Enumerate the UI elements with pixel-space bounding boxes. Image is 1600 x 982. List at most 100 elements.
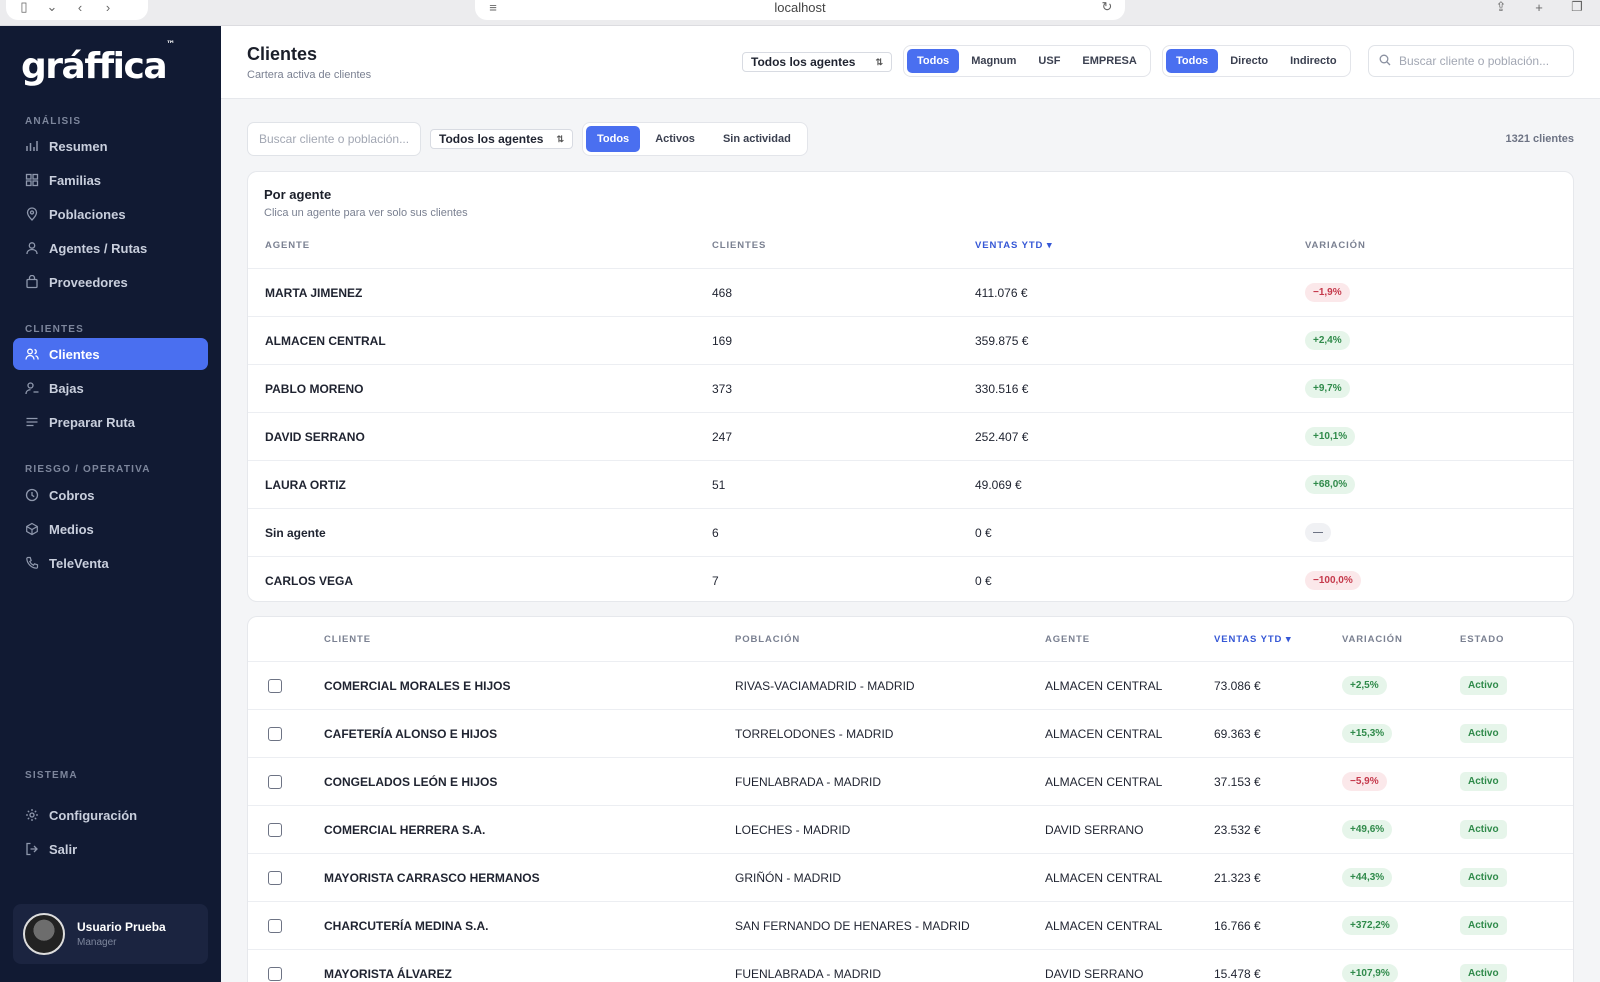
row-checkbox[interactable]	[268, 918, 282, 933]
client-search-input[interactable]	[259, 132, 409, 146]
client-town: SAN FERNANDO DE HENARES - MADRID	[735, 918, 970, 933]
column-header-agente[interactable]: AGENTE	[1045, 634, 1090, 645]
select-arrows-icon: ⇅	[875, 56, 883, 67]
address-text[interactable]: localhost	[513, 0, 1087, 15]
row-checkbox[interactable]	[268, 822, 282, 837]
channel-filter: Todos Directo Indirecto	[1162, 45, 1351, 77]
sidebar-item-label: Bajas	[49, 380, 84, 396]
chevron-down-icon[interactable]: ⌄	[44, 0, 60, 15]
client-name[interactable]: CAFETERÍA ALONSO E HIJOS	[324, 710, 497, 757]
client-name[interactable]: MAYORISTA CARRASCO HERMANOS	[324, 854, 540, 901]
client-name[interactable]: COMERCIAL MORALES E HIJOS	[324, 662, 510, 709]
sidebar-item-poblaciones[interactable]: Poblaciones	[13, 198, 208, 230]
company-option-usf[interactable]: USF	[1028, 49, 1070, 73]
table-row[interactable]: CONGELADOS LEÓN E HIJOS FUENLABRADA - MA…	[248, 757, 1573, 805]
status-option-activos[interactable]: Activos	[642, 126, 708, 152]
column-header-variacion[interactable]: VARIACIÓN	[1342, 634, 1403, 645]
table-row[interactable]: CHARCUTERÍA MEDINA S.A. SAN FERNANDO DE …	[248, 901, 1573, 949]
column-header-variacion[interactable]: VARIACIÓN	[1305, 240, 1366, 251]
page-title: Clientes	[247, 44, 318, 64]
row-checkbox[interactable]	[268, 774, 282, 789]
back-icon[interactable]: ‹	[72, 0, 88, 15]
client-name[interactable]: CHARCUTERÍA MEDINA S.A.	[324, 902, 488, 949]
sidebar-item-preparar-ruta[interactable]: Preparar Ruta	[13, 406, 208, 438]
client-agent: ALMACEN CENTRAL	[1045, 870, 1163, 885]
header-search[interactable]	[1368, 45, 1574, 77]
row-checkbox[interactable]	[268, 870, 282, 885]
avatar[interactable]	[23, 913, 65, 955]
client-town: TORRELODONES - MADRID	[735, 726, 894, 741]
column-header-cliente[interactable]: CLIENTE	[324, 634, 371, 645]
sidebar-toggle-icon[interactable]: ▯	[16, 0, 32, 15]
client-sales: 23.532 €	[1214, 822, 1261, 837]
sidebar-item-televenta[interactable]: TeleVenta	[13, 547, 208, 579]
sidebar-item-clientes[interactable]: Clientes	[13, 338, 208, 370]
column-header-ventas-ytd[interactable]: VENTAS YTD ▾	[1214, 634, 1292, 645]
sidebar-item-salir[interactable]: Salir	[13, 833, 208, 865]
channel-option-directo[interactable]: Directo	[1220, 49, 1278, 73]
agent-clients: 169	[712, 333, 733, 348]
client-name[interactable]: MAYORISTA ÁLVAREZ	[324, 950, 452, 982]
share-icon[interactable]: ⇪	[1493, 0, 1509, 15]
company-option-empresa[interactable]: EMPRESA	[1072, 49, 1146, 73]
table-row[interactable]: CARLOS VEGA 7 0 € −100,0%	[248, 556, 1573, 601]
sidebar-item-resumen[interactable]: Resumen	[13, 130, 208, 162]
table-row[interactable]: LAURA ORTIZ 51 49.069 € +68,0%	[248, 460, 1573, 508]
column-header-poblacion[interactable]: POBLACIÓN	[735, 634, 800, 645]
status-option-sin-actividad[interactable]: Sin actividad	[710, 126, 804, 152]
channel-option-todos[interactable]: Todos	[1166, 49, 1219, 73]
variation-badge: +10,1%	[1305, 427, 1356, 446]
table-row[interactable]: COMERCIAL HERRERA S.A. LOECHES - MADRID …	[248, 805, 1573, 853]
variation-badge: +15,3%	[1342, 724, 1393, 743]
status-option-todos[interactable]: Todos	[586, 126, 641, 152]
company-option-magnum[interactable]: Magnum	[961, 49, 1026, 73]
variation-badge: +107,9%	[1342, 964, 1398, 982]
client-search-field[interactable]	[247, 122, 421, 156]
column-header-agente[interactable]: AGENTE	[265, 240, 310, 251]
table-row[interactable]: ALMACEN CENTRAL 169 359.875 € +2,4%	[248, 316, 1573, 364]
new-tab-icon[interactable]: +	[1531, 0, 1547, 15]
variation-badge: −1,9%	[1305, 283, 1350, 302]
header-agent-select[interactable]: Todos los agentes ⇅	[742, 52, 892, 72]
table-row[interactable]: MARTA JIMENEZ 468 411.076 € −1,9%	[248, 268, 1573, 316]
table-row[interactable]: COMERCIAL MORALES E HIJOS RIVAS-VACIAMAD…	[248, 661, 1573, 709]
app-logo[interactable]: gráffica™	[21, 40, 175, 87]
table-row[interactable]: MAYORISTA ÁLVAREZ FUENLABRADA - MADRID D…	[248, 949, 1573, 982]
company-option-todos[interactable]: Todos	[907, 49, 960, 73]
sidebar-item-medios[interactable]: Medios	[13, 513, 208, 545]
select-value: Todos los agentes	[751, 55, 856, 69]
agent-clients: 6	[712, 525, 719, 540]
page-settings-icon[interactable]: ≡	[485, 0, 501, 15]
row-checkbox[interactable]	[268, 966, 282, 981]
agent-filter-select[interactable]: Todos los agentes ⇅	[430, 129, 573, 149]
column-header-estado[interactable]: ESTADO	[1460, 634, 1504, 645]
column-header-ventas-ytd[interactable]: VENTAS YTD ▾	[975, 240, 1053, 251]
nav-section-clientes: CLIENTES	[25, 324, 85, 335]
row-checkbox[interactable]	[268, 726, 282, 741]
address-bar[interactable]: ≡ localhost ↻	[475, 0, 1125, 20]
sidebar-item-agentes-rutas[interactable]: Agentes / Rutas	[13, 232, 208, 264]
sidebar-item-label: Configuración	[49, 807, 138, 823]
tabs-overview-icon[interactable]: ❐	[1569, 0, 1585, 15]
agent-name: PABLO MORENO	[265, 381, 364, 396]
top-bar: Clientes Cartera activa de clientes Todo…	[221, 26, 1600, 99]
sidebar-item-familias[interactable]: Familias	[13, 164, 208, 196]
client-name[interactable]: CONGELADOS LEÓN E HIJOS	[324, 758, 497, 805]
sidebar-item-proveedores[interactable]: Proveedores	[13, 266, 208, 298]
header-search-input[interactable]	[1399, 54, 1563, 68]
sidebar-item-cobros[interactable]: Cobros	[13, 479, 208, 511]
forward-icon[interactable]: ›	[100, 0, 116, 15]
sidebar-item-configuracion[interactable]: Configuración	[13, 799, 208, 831]
client-name[interactable]: COMERCIAL HERRERA S.A.	[324, 806, 485, 853]
reload-icon[interactable]: ↻	[1099, 0, 1115, 15]
table-row[interactable]: DAVID SERRANO 247 252.407 € +10,1%	[248, 412, 1573, 460]
row-checkbox[interactable]	[268, 678, 282, 693]
column-header-clientes[interactable]: CLIENTES	[712, 240, 766, 251]
table-row[interactable]: PABLO MORENO 373 330.516 € +9,7%	[248, 364, 1573, 412]
sidebar-item-bajas[interactable]: Bajas	[13, 372, 208, 404]
table-row[interactable]: CAFETERÍA ALONSO E HIJOS TORRELODONES - …	[248, 709, 1573, 757]
user-card[interactable]: Usuario Prueba Manager	[13, 904, 208, 964]
channel-option-indirecto[interactable]: Indirecto	[1280, 49, 1346, 73]
table-row[interactable]: MAYORISTA CARRASCO HERMANOS GRIÑÓN - MAD…	[248, 853, 1573, 901]
table-row[interactable]: Sin agente 6 0 € —	[248, 508, 1573, 556]
